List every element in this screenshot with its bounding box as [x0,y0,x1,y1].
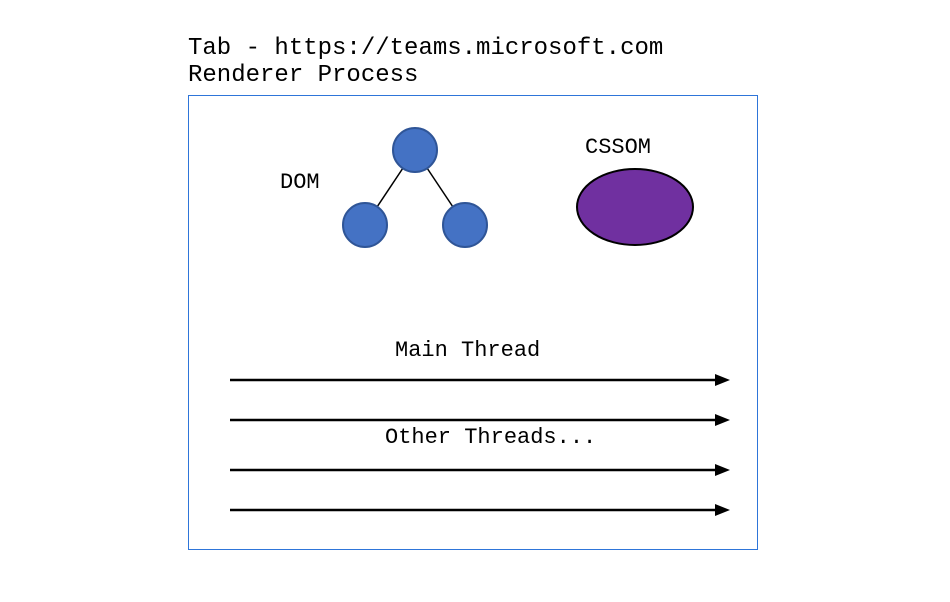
thread-arrow-icon [230,460,730,480]
cssom-ellipse-icon [570,162,700,252]
dom-label: DOM [280,170,320,195]
renderer-process-text: Renderer Process [188,62,418,89]
thread-arrow-icon [230,500,730,520]
cssom-label: CSSOM [585,135,651,160]
thread-arrow-icon [230,370,730,390]
thread-arrow-icon [230,410,730,430]
dom-tree-icon [335,125,495,255]
main-thread-label: Main Thread [395,338,540,363]
tab-url-text: Tab - https://teams.microsoft.com [188,35,663,62]
